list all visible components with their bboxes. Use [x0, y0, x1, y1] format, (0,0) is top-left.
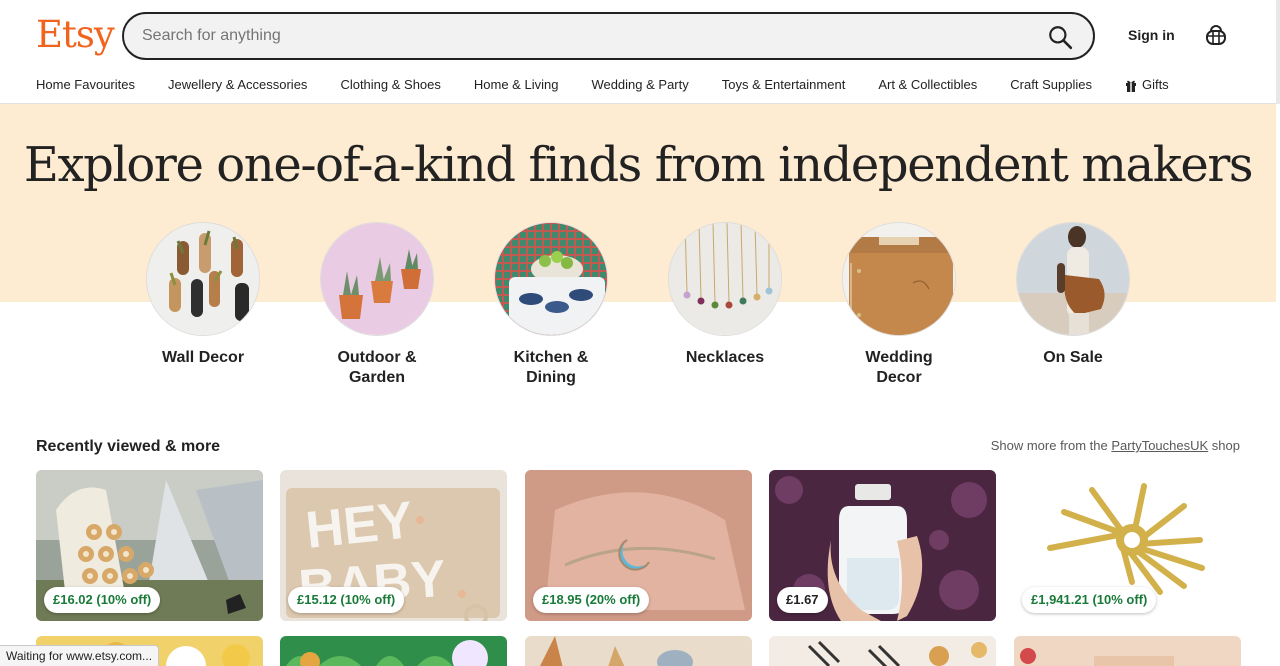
hero-title: Explore one-of-a-kind finds from indepen… [23, 137, 1254, 193]
category-necklaces[interactable]: Necklaces [668, 222, 782, 368]
site-header: Etsy Sign in Home Favourites Jewellery &… [0, 0, 1276, 104]
product-image [540, 636, 693, 666]
nav-item-clothing[interactable]: Clothing & Shoes [340, 76, 440, 94]
category-image [668, 222, 782, 336]
recently-viewed-heading: Recently viewed & more [36, 438, 221, 455]
nav-item-craft[interactable]: Craft Supplies [1010, 76, 1092, 94]
show-more-shop: Show more from the PartyTouchesUK shop [991, 438, 1240, 453]
product-card[interactable]: £18.95 (20% off) [525, 470, 752, 621]
category-kitchen-dining[interactable]: Kitchen & Dining [494, 222, 608, 388]
show-more-suffix: shop [1208, 438, 1240, 453]
category-image [842, 222, 956, 336]
product-card[interactable]: £1,941.21 (10% off) [1014, 470, 1241, 621]
nav-item-wedding-party[interactable]: Wedding & Party [591, 76, 688, 94]
category-image [320, 222, 434, 336]
category-label: Necklaces [685, 349, 765, 366]
browser-status-bar: Waiting for www.etsy.com... [0, 645, 160, 666]
product-card[interactable]: HEY BABY £15.12 (10% off) [280, 470, 507, 621]
category-image [1016, 222, 1130, 336]
category-label: Kitchen & Dining [513, 349, 589, 386]
product-image [286, 640, 488, 666]
product-image [1020, 648, 1174, 666]
price-badge: £16.02 (10% off) [44, 587, 161, 613]
category-image [494, 222, 608, 336]
nav-item-home-living[interactable]: Home & Living [474, 76, 559, 94]
category-wall-decor[interactable]: Wall Decor [146, 222, 260, 368]
price-badge: £15.12 (10% off) [288, 587, 405, 613]
price-badge: £1.67 [777, 587, 828, 613]
product-card[interactable] [280, 636, 507, 666]
product-image [807, 640, 987, 666]
price-badge: £18.95 (20% off) [533, 587, 650, 613]
category-outdoor-garden[interactable]: Outdoor & Garden [320, 222, 434, 388]
category-label: Outdoor & Garden [337, 349, 417, 386]
product-card[interactable]: £16.02 (10% off) [36, 470, 263, 621]
nav-item-gifts-label: Gifts [1141, 77, 1169, 92]
search-icon[interactable] [1047, 24, 1073, 50]
category-label: On Sale [1043, 349, 1103, 366]
product-card[interactable]: £1.67 [769, 470, 996, 621]
category-nav: Home Favourites Jewellery & Accessories … [36, 76, 1169, 94]
svg-text:HEY: HEY [303, 491, 415, 560]
nav-item-jewellery[interactable]: Jewellery & Accessories [168, 76, 307, 94]
product-card[interactable] [769, 636, 996, 666]
category-image [146, 222, 260, 336]
nav-item-art[interactable]: Art & Collectibles [878, 76, 977, 94]
product-card[interactable] [1014, 636, 1241, 666]
show-more-prefix: Show more from the [990, 438, 1112, 453]
product-card[interactable] [525, 636, 752, 666]
nav-item-toys[interactable]: Toys & Entertainment [722, 76, 846, 94]
category-label: Wedding Decor [865, 349, 933, 386]
scrollbar[interactable] [1276, 0, 1280, 104]
category-on-sale[interactable]: On Sale [1016, 222, 1130, 368]
category-label: Wall Decor [161, 349, 245, 366]
nav-item-gifts[interactable]: Gifts [1125, 76, 1169, 94]
search-bar [122, 12, 1095, 60]
etsy-logo[interactable]: Etsy [36, 12, 115, 58]
nav-item-home-favourites[interactable]: Home Favourites [36, 76, 135, 94]
category-wedding-decor[interactable]: Wedding Decor [842, 222, 956, 388]
search-input[interactable] [142, 14, 1022, 58]
price-badge: £1,941.21 (10% off) [1022, 587, 1157, 613]
shop-link[interactable]: PartyTouchesUK [1111, 438, 1208, 453]
cart-icon[interactable] [1204, 23, 1228, 47]
sign-in-link[interactable]: Sign in [1128, 27, 1175, 43]
gift-icon [1125, 80, 1136, 92]
